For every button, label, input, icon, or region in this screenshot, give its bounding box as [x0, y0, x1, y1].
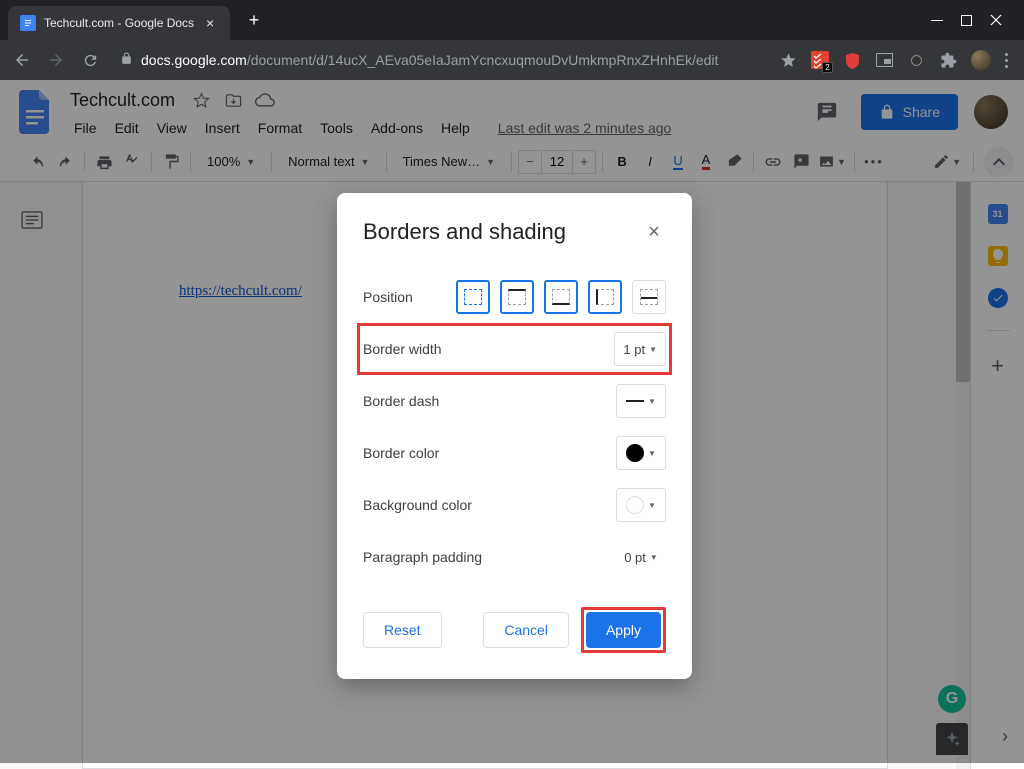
pip-extension-icon[interactable] — [875, 51, 893, 69]
cancel-button[interactable]: Cancel — [483, 612, 569, 648]
border-dash-select[interactable]: ▼ — [616, 384, 666, 418]
address-bar-right: 2 — [779, 50, 1012, 70]
borders-shading-dialog: Borders and shading × Position Border wi… — [337, 193, 692, 679]
border-color-label: Border color — [363, 445, 439, 461]
url-field[interactable]: docs.google.com/document/d/14ucX_AEva05e… — [114, 52, 765, 68]
close-window-icon[interactable] — [990, 14, 1002, 26]
todoist-extension-icon[interactable]: 2 — [811, 51, 829, 69]
minimize-icon[interactable] — [931, 14, 943, 26]
docs-favicon-icon — [20, 15, 36, 31]
apply-highlight: Apply — [581, 607, 666, 653]
border-dash-label: Border dash — [363, 393, 439, 409]
extensions-puzzle-icon[interactable] — [939, 51, 957, 69]
background-color-row: Background color ▼ — [363, 479, 666, 531]
paragraph-padding-label: Paragraph padding — [363, 549, 482, 565]
border-dash-row: Border dash ▼ — [363, 375, 666, 427]
url-path: /document/d/14ucX_AEva05eIaJamYcncxuqmou… — [247, 52, 719, 68]
tab-title: Techcult.com - Google Docs — [44, 16, 194, 30]
tab-bar: Techcult.com - Google Docs × + — [0, 0, 1024, 40]
position-top-border[interactable] — [500, 280, 534, 314]
ublock-extension-icon[interactable] — [843, 51, 861, 69]
reset-button[interactable]: Reset — [363, 612, 442, 648]
extension-badge-count: 2 — [822, 62, 833, 73]
chrome-menu-icon[interactable] — [1005, 53, 1008, 68]
url-domain: docs.google.com — [141, 52, 247, 68]
close-tab-icon[interactable]: × — [202, 15, 218, 31]
forward-button[interactable] — [46, 50, 66, 70]
border-color-select[interactable]: ▼ — [616, 436, 666, 470]
window-controls — [917, 14, 1016, 26]
back-button[interactable] — [12, 50, 32, 70]
position-between-border[interactable] — [632, 280, 666, 314]
position-label: Position — [363, 289, 413, 305]
lock-icon — [120, 52, 133, 68]
dark-extension-icon[interactable] — [907, 51, 925, 69]
dialog-close-icon[interactable]: × — [642, 220, 666, 244]
border-width-select[interactable]: 1 pt▼ — [614, 332, 666, 366]
position-row: Position — [363, 271, 666, 323]
position-left-border[interactable] — [588, 280, 622, 314]
border-color-swatch — [626, 444, 644, 462]
border-width-label: Border width — [363, 341, 442, 357]
reload-button[interactable] — [80, 50, 100, 70]
position-bottom-border[interactable] — [544, 280, 578, 314]
background-color-select[interactable]: ▼ — [616, 488, 666, 522]
paragraph-padding-row: Paragraph padding 0 pt▼ — [363, 531, 666, 583]
dialog-title: Borders and shading — [363, 219, 566, 245]
solid-line-icon — [626, 400, 644, 402]
browser-tab[interactable]: Techcult.com - Google Docs × — [8, 6, 230, 40]
maximize-icon[interactable] — [961, 15, 972, 26]
apply-button[interactable]: Apply — [586, 612, 661, 648]
browser-chrome: Techcult.com - Google Docs × + docs.goog… — [0, 0, 1024, 80]
address-bar: docs.google.com/document/d/14ucX_AEva05e… — [0, 40, 1024, 80]
position-all-borders[interactable] — [456, 280, 490, 314]
new-tab-button[interactable]: + — [240, 6, 268, 34]
border-width-row: Border width 1 pt▼ — [357, 323, 672, 375]
profile-avatar[interactable] — [971, 50, 991, 70]
border-color-row: Border color ▼ — [363, 427, 666, 479]
background-color-swatch — [626, 496, 644, 514]
background-color-label: Background color — [363, 497, 472, 513]
star-icon[interactable] — [779, 51, 797, 69]
paragraph-padding-select[interactable]: 0 pt▼ — [616, 540, 666, 574]
